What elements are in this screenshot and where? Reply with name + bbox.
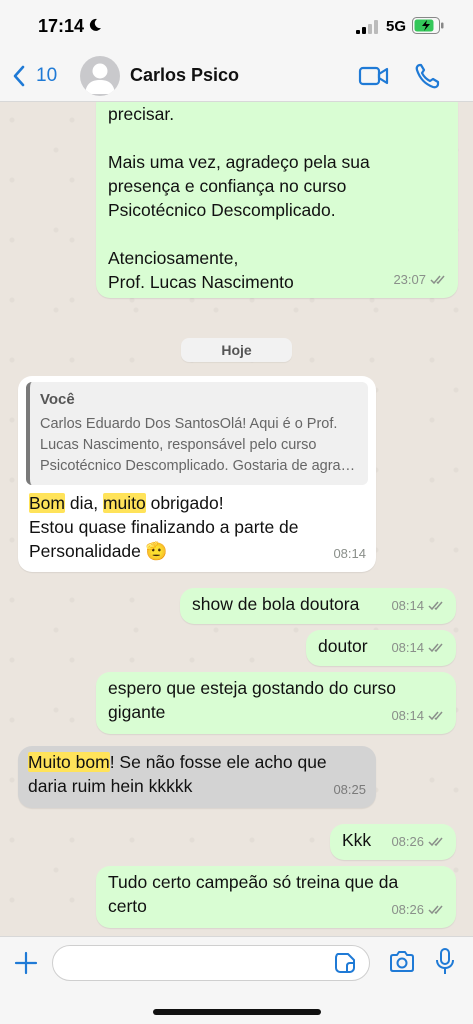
message-input[interactable]	[52, 945, 370, 981]
read-ticks-icon	[430, 275, 445, 285]
message-meta: 08:25	[333, 778, 366, 802]
home-indicator	[153, 1009, 321, 1015]
moon-icon	[89, 18, 101, 31]
back-chevron-icon	[13, 65, 25, 87]
battery-charging-icon	[412, 17, 444, 34]
message-time: 23:07	[393, 272, 426, 287]
network-label: 5G	[386, 18, 407, 35]
read-ticks-icon	[428, 601, 443, 611]
read-ticks-icon	[428, 643, 443, 653]
avatar[interactable]	[80, 56, 120, 96]
chat-header: 10 Carlos Psico	[0, 50, 473, 102]
read-ticks-icon	[428, 905, 443, 915]
message-bubble-outgoing[interactable]: Tudo certo campeão só treina que da cert…	[96, 866, 456, 928]
sticker-icon[interactable]	[334, 952, 356, 974]
message-bubble-incoming[interactable]: Muito bom! Se não fosse ele acho que dar…	[18, 746, 376, 808]
message-bubble-incoming[interactable]: Você Carlos Eduardo Dos SantosOlá! Aqui …	[18, 376, 376, 572]
contact-name[interactable]: Carlos Psico	[130, 65, 239, 86]
message-time: 08:14	[391, 640, 424, 655]
message-bubble-outgoing[interactable]: show de bola doutora 08:14	[180, 588, 456, 624]
message-time: 08:26	[391, 834, 424, 849]
message-bubble-outgoing[interactable]: Kkk 08:26	[330, 824, 456, 860]
camera-icon[interactable]	[389, 950, 415, 974]
message-text: Muito bom! Se não fosse ele acho que dar…	[28, 750, 366, 798]
message-bubble-outgoing[interactable]: espero que esteja gostando do curso giga…	[96, 672, 456, 734]
status-time: 17:14	[38, 16, 85, 36]
message-meta: 08:26	[391, 898, 446, 922]
message-meta: 08:14	[391, 704, 446, 728]
back-unread-count: 10	[36, 65, 58, 86]
message-time: 08:25	[333, 782, 366, 797]
message-text-part: dia,	[64, 493, 103, 513]
microphone-icon[interactable]	[436, 948, 454, 976]
date-divider: Hoje	[181, 338, 292, 362]
back-button[interactable]: 10	[12, 62, 57, 90]
message-time: 08:14	[391, 598, 424, 613]
message-time: 08:26	[391, 902, 424, 917]
quote-author: Você	[40, 391, 75, 408]
status-bar: 17:14 5G	[0, 0, 473, 50]
message-bubble-outgoing[interactable]: precisar. Mais uma vez, agradeço pela su…	[96, 102, 458, 298]
input-bar	[0, 936, 473, 1024]
message-text: Bom dia, muito obrigado! Estou quase fin…	[26, 491, 368, 563]
message-meta: 08:14	[391, 594, 446, 618]
avatar-placeholder-icon	[85, 63, 115, 94]
message-meta: 08:14	[391, 636, 446, 660]
chat-area[interactable]: precisar. Mais uma vez, agradeço pela su…	[0, 102, 473, 936]
read-ticks-icon	[428, 711, 443, 721]
phone-icon[interactable]	[414, 62, 440, 90]
signal-icon	[356, 20, 378, 34]
highlighted-text: Muito bom	[28, 752, 110, 772]
quoted-message[interactable]: Você Carlos Eduardo Dos SantosOlá! Aqui …	[26, 382, 368, 485]
message-meta: 08:14	[333, 542, 366, 566]
read-ticks-icon	[428, 837, 443, 847]
message-meta: 08:26	[391, 830, 446, 854]
video-camera-icon[interactable]	[358, 64, 390, 88]
highlighted-text: muito	[102, 493, 146, 513]
message-text: precisar. Mais uma vez, agradeço pela su…	[108, 104, 370, 292]
message-time: 08:14	[333, 546, 366, 561]
plus-icon[interactable]	[14, 951, 38, 975]
highlighted-text: Bom	[29, 493, 65, 513]
quote-text: Carlos Eduardo Dos SantosOlá! Aqui é o P…	[40, 416, 356, 474]
message-time: 08:14	[391, 708, 424, 723]
message-bubble-outgoing[interactable]: doutor 08:14	[306, 630, 456, 666]
message-meta: 23:07	[393, 268, 448, 292]
